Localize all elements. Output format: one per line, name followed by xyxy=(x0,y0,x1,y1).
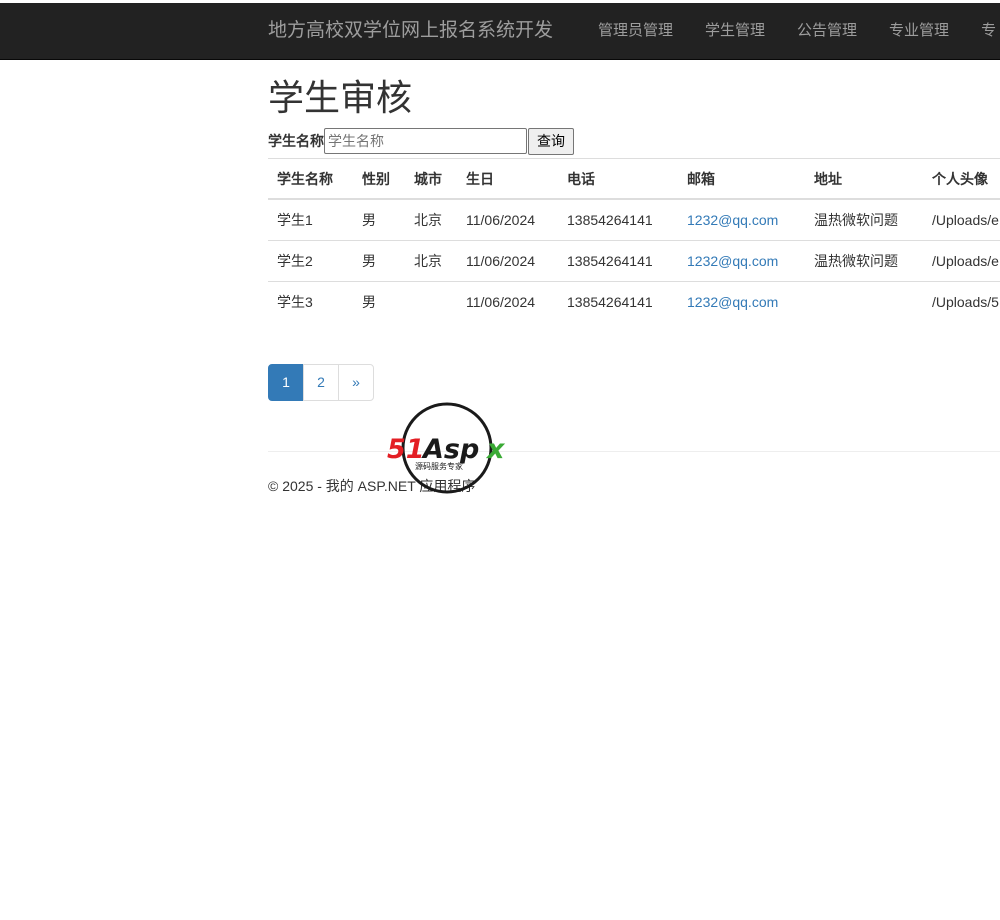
cell-avatar: /Uploads/e xyxy=(932,212,999,228)
column-header-city: 城市 xyxy=(405,158,457,200)
cell-avatar: /Uploads/e xyxy=(923,240,1000,282)
cell-city xyxy=(405,281,457,322)
cell-gender: 男 xyxy=(362,212,376,228)
search-label: 学生名称 xyxy=(268,133,324,149)
page-link-2[interactable]: 2 xyxy=(303,364,339,401)
column-header-phone: 电话 xyxy=(558,158,678,200)
main-nav: 管理员管理 学生管理 公告管理 专业管理 专 xyxy=(582,3,1000,59)
search-form: 学生名称 查询 xyxy=(268,127,574,155)
page-next-link[interactable]: » xyxy=(338,364,374,401)
email-link[interactable]: 1232@qq.com xyxy=(687,212,778,228)
nav-item-admin-management[interactable]: 管理员管理 xyxy=(582,3,689,59)
watermark-logo: 51 Asp x 源码服务专家 xyxy=(387,402,506,494)
table-row: 学生1 男 北京 11/06/2024 13854264141 1232@qq.… xyxy=(268,199,1000,241)
svg-text:51: 51 xyxy=(387,434,425,465)
column-header-name: 学生名称 xyxy=(268,158,353,200)
cell-email: 1232@qq.com xyxy=(678,281,805,322)
cell-birthday: 11/06/2024 xyxy=(466,212,536,228)
cell-name: 学生1 xyxy=(277,212,313,228)
search-button[interactable]: 查询 xyxy=(528,127,574,155)
column-header-email: 邮箱 xyxy=(678,158,805,200)
student-name-search-input[interactable] xyxy=(324,128,527,154)
email-link[interactable]: 1232@qq.com xyxy=(687,253,778,269)
nav-item-student-management[interactable]: 学生管理 xyxy=(689,3,781,59)
nav-item-truncated[interactable]: 专 xyxy=(965,3,1000,59)
app-brand-link[interactable]: 地方高校双学位网上报名系统开发 xyxy=(268,3,553,59)
nav-item-major-management[interactable]: 专业管理 xyxy=(873,3,965,59)
table-row: 学生2 男 北京 11/06/2024 13854264141 1232@qq.… xyxy=(268,240,1000,282)
cell-avatar: /Uploads/5 xyxy=(923,281,1000,322)
cell-phone: 13854264141 xyxy=(558,240,678,282)
pagination: 1 2 » xyxy=(268,364,374,401)
table-row: 学生3 男 11/06/2024 13854264141 1232@qq.com… xyxy=(268,281,1000,322)
cell-phone: 13854264141 xyxy=(567,212,653,228)
column-header-address: 地址 xyxy=(805,158,923,200)
nav-item-announcement-management[interactable]: 公告管理 xyxy=(781,3,873,59)
svg-text:源码服务专家: 源码服务专家 xyxy=(415,461,463,471)
column-header-gender: 性别 xyxy=(353,158,405,200)
cell-address: 温热微软问题 xyxy=(805,240,923,282)
cell-phone: 13854264141 xyxy=(558,281,678,322)
cell-gender: 男 xyxy=(353,240,405,282)
table-header-row: 学生名称 性别 城市 生日 电话 邮箱 地址 个人头像 xyxy=(268,158,1000,200)
top-navbar: 地方高校双学位网上报名系统开发 管理员管理 学生管理 公告管理 专业管理 专 xyxy=(0,3,1000,60)
cell-address xyxy=(805,281,923,322)
page-link-1[interactable]: 1 xyxy=(268,364,304,401)
svg-text:x: x xyxy=(485,434,506,465)
column-header-birthday: 生日 xyxy=(457,158,558,200)
cell-email: 1232@qq.com xyxy=(678,240,805,282)
cell-gender: 男 xyxy=(353,281,405,322)
cell-birthday: 11/06/2024 xyxy=(457,240,558,282)
cell-birthday: 11/06/2024 xyxy=(457,281,558,322)
cell-name: 学生3 xyxy=(268,281,353,322)
cell-city: 北京 xyxy=(414,212,442,228)
email-link[interactable]: 1232@qq.com xyxy=(687,294,778,310)
cell-name: 学生2 xyxy=(268,240,353,282)
cell-city: 北京 xyxy=(405,240,457,282)
footer-divider xyxy=(268,451,1000,452)
student-review-table: 学生名称 性别 城市 生日 电话 邮箱 地址 个人头像 学生1 男 北京 11/… xyxy=(268,158,1000,322)
cell-address: 温热微软问题 xyxy=(814,212,898,228)
page-title: 学生审核 xyxy=(268,77,413,118)
column-header-avatar: 个人头像 xyxy=(923,158,1000,200)
svg-text:Asp: Asp xyxy=(421,434,479,465)
cell-email: 1232@qq.com xyxy=(678,199,805,241)
